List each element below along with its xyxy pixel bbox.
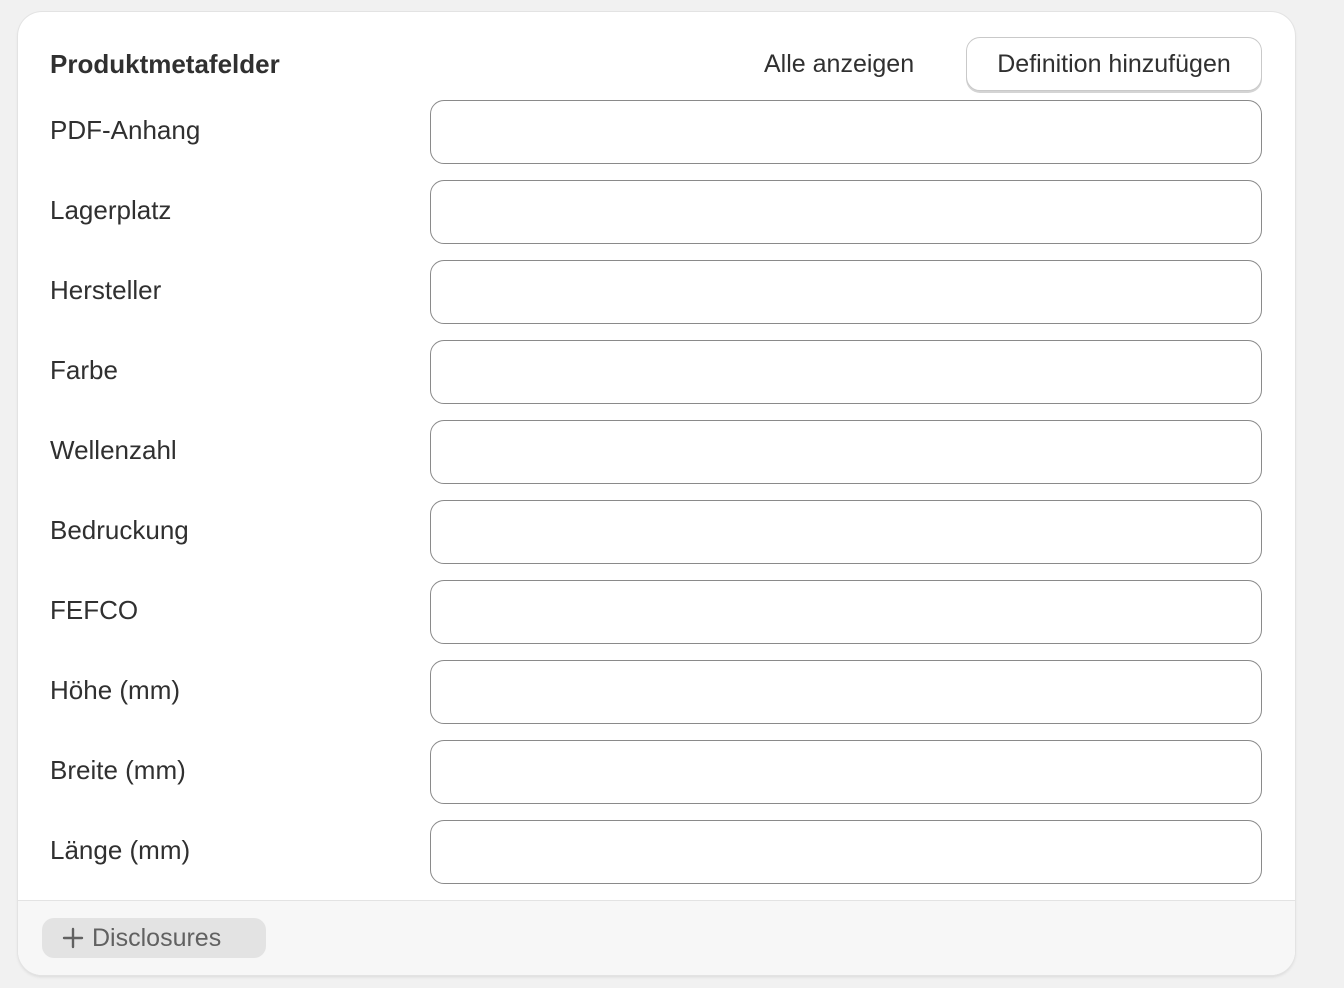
metafield-row-fefco: FEFCO	[18, 580, 1295, 660]
metafield-label: FEFCO	[50, 595, 139, 625]
metafield-label: Farbe	[50, 355, 118, 385]
metafield-label: Hersteller	[50, 275, 162, 305]
metafield-list: PDF-Anhang Lagerplatz Hersteller Farbe W…	[18, 100, 1295, 900]
metafield-row-bedruckung: Bedruckung	[18, 500, 1295, 580]
metafield-input-laenge[interactable]	[430, 820, 1262, 884]
metafield-label: Höhe (mm)	[50, 675, 181, 705]
metafield-input-farbe[interactable]	[430, 340, 1262, 404]
show-all-button[interactable]: Alle anzeigen	[758, 48, 920, 80]
product-metafields-card: Produktmetafelder Alle anzeigen Definiti…	[18, 12, 1295, 975]
metafield-label: Breite (mm)	[50, 755, 186, 785]
metafield-input-wellenzahl[interactable]	[430, 420, 1262, 484]
disclosures-button[interactable]: Disclosures	[42, 918, 266, 958]
metafield-label: Bedruckung	[50, 515, 189, 545]
metafield-input-breite[interactable]	[430, 740, 1262, 804]
plus-icon	[62, 927, 84, 949]
metafield-input-hoehe[interactable]	[430, 660, 1262, 724]
metafield-input-pdf-anhang[interactable]	[430, 100, 1262, 164]
metafield-row-wellenzahl: Wellenzahl	[18, 420, 1295, 500]
metafield-label: Länge (mm)	[50, 835, 191, 865]
disclosures-label: Disclosures	[92, 923, 222, 952]
metafield-row-farbe: Farbe	[18, 340, 1295, 420]
metafield-input-fefco[interactable]	[430, 580, 1262, 644]
metafield-row-breite: Breite (mm)	[18, 740, 1295, 820]
metafield-label: PDF-Anhang	[50, 115, 201, 145]
metafield-row-laenge: Länge (mm)	[18, 820, 1295, 900]
metafield-input-bedruckung[interactable]	[430, 500, 1262, 564]
metafield-row-lagerplatz: Lagerplatz	[18, 180, 1295, 260]
metafield-label: Lagerplatz	[50, 195, 172, 225]
card-title: Produktmetafelder	[50, 49, 280, 79]
metafield-input-hersteller[interactable]	[430, 260, 1262, 324]
add-definition-button[interactable]: Definition hinzufügen	[966, 37, 1262, 91]
metafield-label: Wellenzahl	[50, 435, 177, 465]
metafield-input-lagerplatz[interactable]	[430, 180, 1262, 244]
card-footer: Disclosures	[18, 900, 1295, 975]
card-header: Produktmetafelder Alle anzeigen Definiti…	[18, 12, 1295, 100]
metafield-row-pdf-anhang: PDF-Anhang	[18, 100, 1295, 180]
metafield-row-hoehe: Höhe (mm)	[18, 660, 1295, 740]
metafield-row-hersteller: Hersteller	[18, 260, 1295, 340]
